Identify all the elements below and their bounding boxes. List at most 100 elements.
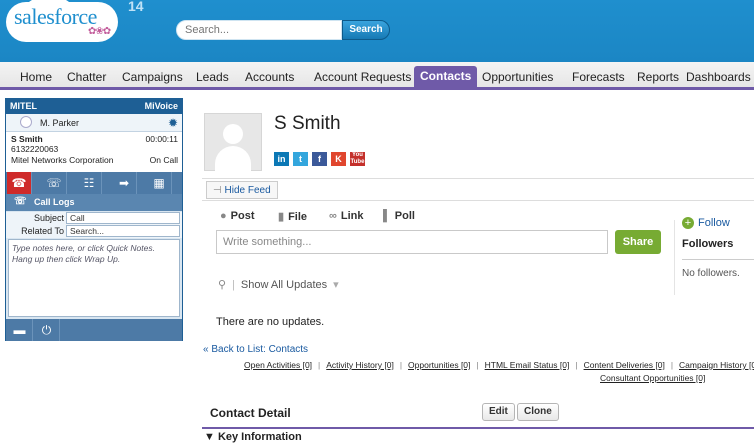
- power-icon: ⏻: [41, 323, 52, 337]
- tab-home[interactable]: Home: [20, 70, 52, 84]
- caller-company: Mitel Networks Corporation: [11, 155, 114, 165]
- related-link-content-deliveries[interactable]: Content Deliveries [0]: [584, 360, 665, 370]
- mivoice-user-name: M. Parker: [40, 118, 80, 128]
- chat-icon: ▬: [13, 323, 26, 337]
- feed-icon: ⊣: [213, 185, 225, 196]
- subject-input[interactable]: Call: [66, 212, 180, 224]
- twitter-icon[interactable]: t: [293, 152, 308, 166]
- divider: [674, 220, 675, 295]
- call-duration: 00:00:11: [145, 134, 178, 144]
- cherry-blossom-icon: ✿❀✿: [88, 26, 111, 37]
- related-list-links: Open Activities [0] | Activity History [0]…: [244, 360, 754, 370]
- call-logs-header[interactable]: ☏ Call Logs: [6, 194, 182, 211]
- phone-transfer-icon: ☏: [46, 176, 62, 190]
- dialpad-button[interactable]: ▦: [147, 172, 172, 194]
- contact-detail-title: Contact Detail: [210, 406, 291, 420]
- key-information-section[interactable]: ▼ Key Information: [204, 431, 302, 443]
- publisher-file[interactable]: ▮ File: [278, 210, 307, 223]
- search-button[interactable]: Search: [342, 20, 390, 40]
- quick-notes-button[interactable]: ▬: [7, 319, 33, 341]
- wrap-up-button[interactable]: ⏻: [34, 319, 60, 341]
- file-label: File: [288, 211, 308, 223]
- link-icon: ∞: [329, 210, 337, 222]
- search-icon[interactable]: ⚲: [218, 279, 226, 291]
- tab-campaigns[interactable]: Campaigns: [122, 70, 183, 84]
- caller-name: S Smith: [11, 134, 43, 144]
- mitel-logo: MITEL: [10, 101, 37, 111]
- facebook-icon[interactable]: f: [312, 152, 327, 166]
- publisher-post[interactable]: ● Post: [220, 210, 255, 222]
- follow-button[interactable]: + Follow: [682, 217, 730, 229]
- related-to-label: Related To: [21, 226, 64, 236]
- call-notes-textarea[interactable]: Type notes here, or click Quick Notes. H…: [8, 239, 180, 317]
- post-label: Post: [230, 210, 255, 222]
- salesforce-app: salesforce 14 ✿❀✿ Search Home Chatter Ca…: [0, 0, 754, 443]
- tab-opportunities[interactable]: Opportunities: [482, 70, 553, 84]
- contact-avatar: [204, 113, 262, 172]
- related-link-campaign-history[interactable]: Campaign History [0]: [679, 360, 754, 370]
- chevron-down-icon[interactable]: ▾: [333, 279, 339, 291]
- hide-feed-button[interactable]: ⊣ Hide Feed: [206, 181, 278, 199]
- app-header: salesforce 14 ✿❀✿ Search: [0, 0, 754, 62]
- show-all-updates-dropdown[interactable]: Show All Updates: [241, 279, 327, 291]
- logo-version: 14: [128, 0, 144, 14]
- mivoice-title: MiVoice: [144, 101, 178, 111]
- tab-contacts[interactable]: Contacts: [414, 66, 478, 87]
- conference-icon: ☷: [83, 176, 95, 190]
- related-link-open-activities[interactable]: Open Activities [0]: [244, 360, 312, 370]
- global-search-input[interactable]: [176, 20, 342, 40]
- share-button[interactable]: Share: [615, 230, 661, 254]
- hang-up-button[interactable]: ☎: [7, 172, 32, 194]
- mivoice-user-row: M. Parker ✹: [6, 114, 182, 132]
- forward-button[interactable]: ➡: [112, 172, 137, 194]
- tab-reports[interactable]: Reports: [637, 70, 679, 84]
- dialpad-icon: ▦: [153, 176, 165, 190]
- section-divider: [202, 427, 754, 429]
- related-list-links-row2: Consultant Opportunities [0]: [600, 373, 705, 383]
- no-updates-text: There are no updates.: [216, 316, 325, 328]
- youtube-icon[interactable]: You Tube: [350, 152, 365, 166]
- tab-leads[interactable]: Leads: [196, 70, 229, 84]
- follow-label: Follow: [698, 217, 730, 229]
- tab-dashboards[interactable]: Dashboards: [686, 70, 751, 84]
- publisher-poll[interactable]: ▌ Poll: [383, 210, 415, 222]
- related-link-consultant-opportunities[interactable]: Consultant Opportunities [0]: [600, 373, 705, 383]
- related-link-html-email-status[interactable]: HTML Email Status [0]: [485, 360, 570, 370]
- hang-up-icon: ☎: [11, 176, 27, 190]
- mivoice-header: MITEL MiVoice: [6, 99, 182, 114]
- contact-name: S Smith: [274, 113, 341, 134]
- write-something-input[interactable]: Write something...: [216, 230, 608, 254]
- publisher-link[interactable]: ∞ Link: [329, 210, 363, 222]
- link-label: Link: [340, 210, 364, 222]
- call-log-icon: ☏: [14, 196, 27, 207]
- klout-icon[interactable]: K: [331, 152, 346, 166]
- followers-heading: Followers: [682, 238, 734, 250]
- tab-forecasts[interactable]: Forecasts: [572, 70, 625, 84]
- active-call-info: S Smith 00:00:11 6132220063 Mitel Networ…: [6, 132, 182, 172]
- conference-button[interactable]: ☷: [77, 172, 102, 194]
- poll-label: Poll: [394, 210, 415, 222]
- tab-account-requests[interactable]: Account Requests: [314, 70, 411, 84]
- linkedin-icon[interactable]: in: [274, 152, 289, 166]
- plus-icon: +: [682, 217, 694, 229]
- related-to-search-input[interactable]: Search...: [66, 225, 180, 237]
- mivoice-panel: MITEL MiVoice M. Parker ✹ S Smith 00:00:…: [5, 98, 183, 341]
- gear-icon[interactable]: ✹: [168, 116, 178, 130]
- related-link-opportunities[interactable]: Opportunities [0]: [408, 360, 470, 370]
- file-icon: ▮: [278, 211, 285, 223]
- clone-button[interactable]: Clone: [517, 403, 559, 421]
- poll-icon: ▌: [383, 210, 391, 222]
- related-link-activity-history[interactable]: Activity History [0]: [326, 360, 394, 370]
- call-status: On Call: [149, 155, 178, 165]
- feed-filter[interactable]: ⚲ | Show All Updates ▾: [218, 278, 339, 291]
- followers-divider: [682, 259, 754, 260]
- mivoice-footer: ▬ ⏻: [6, 319, 182, 341]
- transfer-call-button[interactable]: ☏: [42, 172, 67, 194]
- back-to-list-link[interactable]: « Back to List: Contacts: [203, 344, 308, 355]
- tab-accounts[interactable]: Accounts: [245, 70, 294, 84]
- tab-chatter[interactable]: Chatter: [67, 70, 106, 84]
- tab-bar: Home Chatter Campaigns Leads Accounts Ac…: [0, 62, 754, 90]
- feed-toolbar: ⊣ Hide Feed: [202, 178, 754, 201]
- edit-button[interactable]: Edit: [482, 403, 515, 421]
- arrow-right-icon: ➡: [118, 176, 130, 190]
